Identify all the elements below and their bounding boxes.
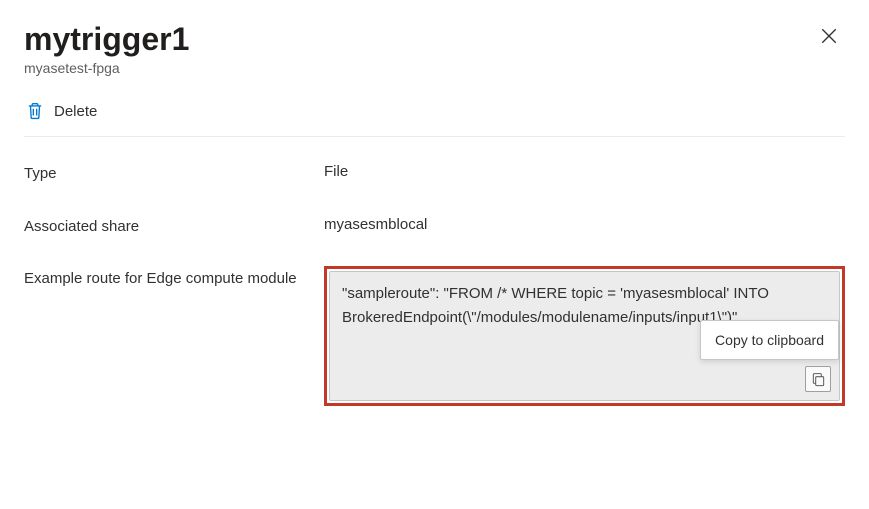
copy-icon (811, 372, 826, 387)
page-title: mytrigger1 (24, 20, 813, 58)
field-associated-share: Associated share myasesmblocal (24, 214, 845, 239)
toolbar: Delete (24, 98, 845, 137)
trash-icon (26, 102, 44, 120)
share-value: myasesmblocal (324, 214, 845, 237)
field-example-route: Example route for Edge compute module "s… (24, 266, 845, 406)
delete-label: Delete (54, 103, 97, 120)
type-label: Type (24, 161, 324, 186)
share-label: Associated share (24, 214, 324, 239)
copy-tooltip: Copy to clipboard (700, 320, 839, 360)
route-label: Example route for Edge compute module (24, 266, 324, 291)
route-highlight-box: "sampleroute": "FROM /* WHERE topic = 'm… (324, 266, 845, 406)
type-value: File (324, 161, 845, 184)
field-type: Type File (24, 161, 845, 186)
copy-button[interactable] (805, 366, 831, 392)
close-icon (820, 27, 838, 45)
delete-button[interactable]: Delete (24, 98, 99, 124)
resource-subtitle: myasetest-fpga (24, 60, 813, 76)
close-button[interactable] (813, 20, 845, 52)
route-code-box[interactable]: "sampleroute": "FROM /* WHERE topic = 'm… (329, 271, 840, 401)
